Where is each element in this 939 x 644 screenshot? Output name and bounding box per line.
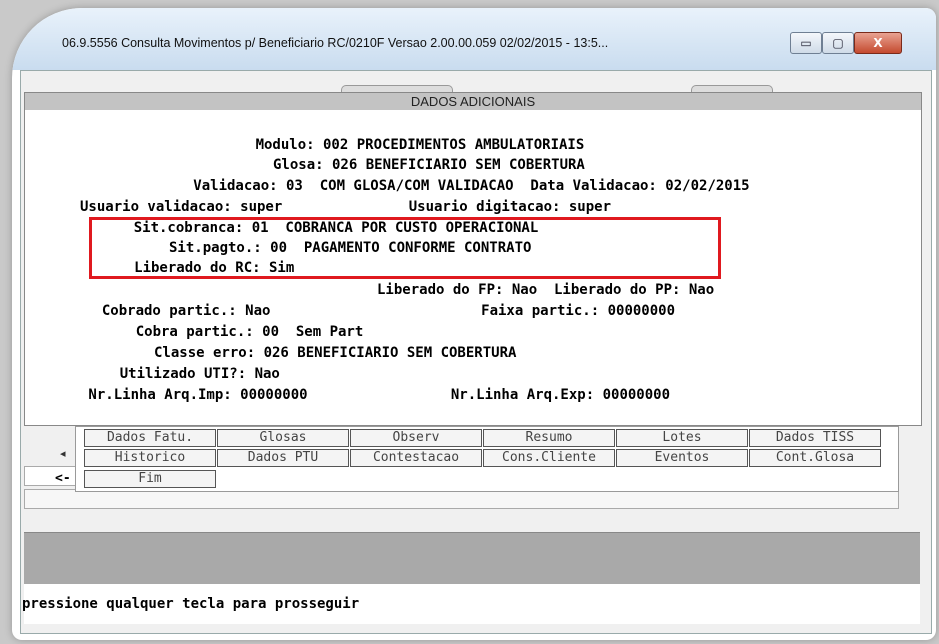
tab-glosas[interactable]: Glosas xyxy=(217,429,349,447)
field-validacao: Validacao: 03 COM GLOSA/COM VALIDACAO Da… xyxy=(168,178,750,194)
maximize-button[interactable]: ▢ xyxy=(822,32,854,54)
tab-historico[interactable]: Historico xyxy=(84,449,216,467)
minimize-button[interactable]: ▭ xyxy=(790,32,822,54)
tab-lotes[interactable]: Lotes xyxy=(616,429,748,447)
tab-fim[interactable]: Fim xyxy=(84,470,216,488)
tab-dados-fatu[interactable]: Dados Fatu. xyxy=(84,429,216,447)
field-glosa: Glosa: 026 BENEFICIARIO SEM COBERTURA xyxy=(214,157,585,173)
field-cobrado-partic: Cobrado partic.: Nao Faixa partic.: 0000… xyxy=(85,303,676,319)
tab-resumo[interactable]: Resumo xyxy=(483,429,615,447)
back-arrow-icon[interactable]: <- xyxy=(55,471,71,486)
window-title: 06.9.5556 Consulta Movimentos p/ Benefic… xyxy=(62,36,609,50)
tab-dados-tiss[interactable]: Dados TISS xyxy=(749,429,881,447)
highlight-box xyxy=(89,217,721,279)
tab-contestacao[interactable]: Contestacao xyxy=(350,449,482,467)
tab-eventos[interactable]: Eventos xyxy=(616,449,748,467)
close-button[interactable]: X xyxy=(854,32,902,54)
dialog-title: DADOS ADICIONAIS xyxy=(24,92,922,112)
tab-cons-cliente[interactable]: Cons.Cliente xyxy=(483,449,615,467)
title-bar: 06.9.5556 Consulta Movimentos p/ Benefic… xyxy=(12,8,936,70)
field-classe-erro: Classe erro: 026 BENEFICIARIO SEM COBERT… xyxy=(95,345,517,361)
tab-observ[interactable]: Observ xyxy=(350,429,482,447)
field-liberado-fp-pp: Liberado do FP: Nao Liberado do PP: Nao xyxy=(200,282,715,298)
separator-bar xyxy=(24,532,920,585)
field-usuario-validacao: Usuario validacao: super Usuario digitac… xyxy=(80,199,612,215)
status-message: pressione qualquer tecla para prosseguir xyxy=(22,596,360,612)
tab-dados-ptu[interactable]: Dados PTU xyxy=(217,449,349,467)
field-nr-linha: Nr.Linha Arq.Imp: 00000000 Nr.Linha Arq.… xyxy=(80,387,671,403)
tab-cont-glosa[interactable]: Cont.Glosa xyxy=(749,449,881,467)
field-cobra-partic: Cobra partic.: 00 Sem Part xyxy=(102,324,364,340)
field-modulo: Modulo: 002 PROCEDIMENTOS AMBULATORIAIS xyxy=(205,137,585,153)
field-utilizado-uti: Utilizado UTI?: Nao xyxy=(86,366,280,382)
input-strip-2 xyxy=(24,489,899,509)
scroll-left-icon[interactable]: ◂ xyxy=(60,447,74,460)
